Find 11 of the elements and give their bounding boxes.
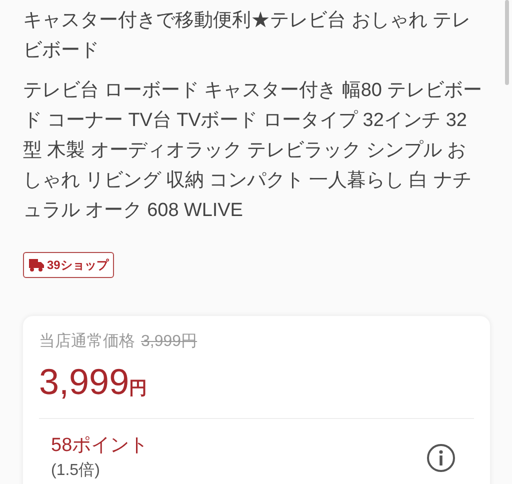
currency-label: 円 [129, 377, 148, 400]
badge-label: 39ショップ [47, 257, 108, 274]
points-label: 58ポイント [51, 434, 148, 458]
product-title: キャスター付きで移動便利★テレビ台 おしゃれ テレビボード [23, 9, 472, 63]
product-description: テレビ台 ローボード キャスター付き 幅80 テレビボード コーナー TV台 TVボード ロータイプ 32インチ 32型 木製 オーディオラック テレビラック シンプル おしゃれ リビング 収納 コンパクト 一人暮らし 白 ナチュラル オーク 608 WLIVE [23, 79, 483, 223]
sale-price: 3,999 [39, 360, 130, 404]
regular-price: 3,999円 [141, 332, 198, 352]
regular-price-label: 当店通常価格 [39, 332, 135, 352]
truck-icon [29, 258, 44, 272]
points-multiplier: (1.5倍) [51, 460, 101, 481]
info-icon[interactable] [426, 443, 456, 473]
